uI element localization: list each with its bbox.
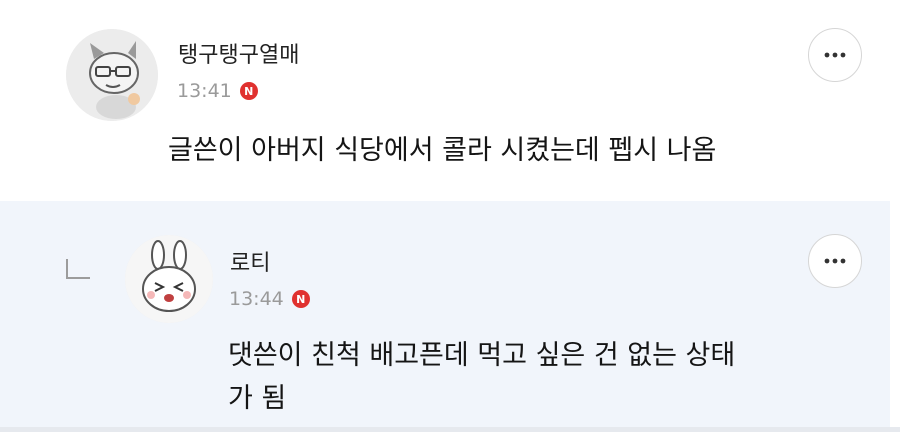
reply-text-line: 가 됨 — [228, 383, 287, 414]
reply-time: 13:44 — [229, 288, 284, 310]
reply-nickname[interactable]: 로티 — [230, 245, 270, 277]
more-dots-icon — [824, 52, 846, 58]
comment-item: 탱구탱구열매 13:41 N 글쓴이 아버지 식당에서 콜라 시켰는데 펩시 나… — [0, 0, 890, 201]
rabbit-character-avatar-icon[interactable] — [125, 235, 213, 323]
more-dots-icon — [824, 258, 846, 264]
reply-comment-item: 로티 13:44 N 댓쓴이 친척 배고픈데 먹고 싶은 건 없는 상태 가 됨 — [0, 201, 890, 427]
cat-character-avatar-icon[interactable] — [66, 29, 158, 121]
comment-text: 글쓴이 아버지 식당에서 콜라 시켰는데 펩시 나옴 — [168, 135, 717, 166]
comment-time: 13:41 — [177, 80, 232, 102]
new-badge: N — [239, 82, 258, 100]
reply-arrow-icon — [66, 259, 90, 279]
comment-meta: 13:41 N — [177, 80, 258, 102]
bottom-divider — [0, 427, 900, 432]
reply-text: 댓쓴이 친척 배고픈데 먹고 싶은 건 없는 상태 가 됨 — [228, 334, 735, 420]
new-badge: N — [291, 290, 310, 308]
more-options-button[interactable] — [808, 28, 862, 82]
comment-nickname[interactable]: 탱구탱구열매 — [178, 37, 299, 69]
reply-meta: 13:44 N — [229, 288, 310, 310]
more-options-button[interactable] — [808, 234, 862, 288]
reply-text-line: 댓쓴이 친척 배고픈데 먹고 싶은 건 없는 상태 — [228, 340, 736, 371]
comment-list: 탱구탱구열매 13:41 N 글쓴이 아버지 식당에서 콜라 시켰는데 펩시 나… — [0, 0, 900, 432]
